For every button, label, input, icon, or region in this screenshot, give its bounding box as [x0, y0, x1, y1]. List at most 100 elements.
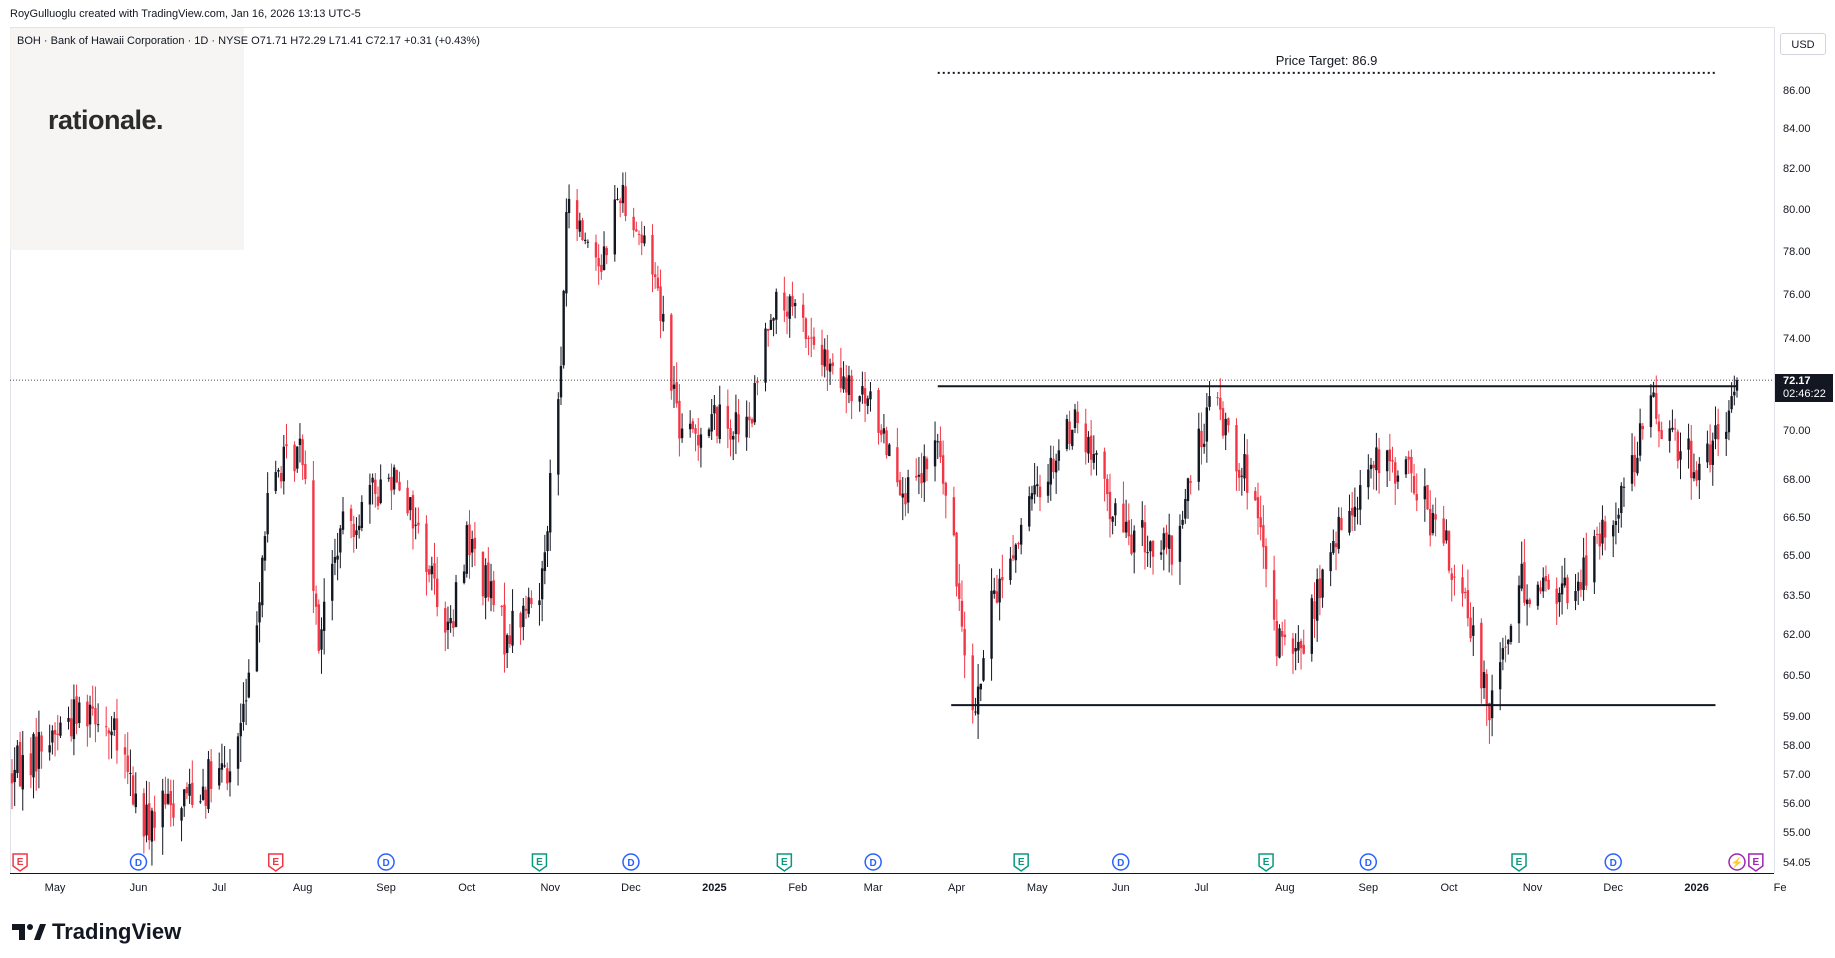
candle-body [732, 435, 735, 440]
candle-body [993, 590, 996, 594]
candle-body [317, 604, 320, 651]
candle-body [1237, 469, 1241, 478]
candle-body [352, 523, 355, 538]
candle-body [1089, 435, 1093, 460]
candle-body [1356, 508, 1359, 510]
candle-body [963, 628, 966, 656]
candle-body [1151, 540, 1155, 557]
candle-body [656, 277, 660, 289]
candle-body [637, 234, 641, 236]
earnings-marker-label: E [1018, 857, 1025, 868]
candle-body [1159, 552, 1163, 555]
candle-body [904, 493, 907, 505]
candle-body [820, 344, 824, 365]
candle-body [1706, 443, 1709, 463]
candle-body [1095, 453, 1098, 455]
candle-body [944, 482, 948, 496]
candle-body [976, 686, 980, 715]
candle-body [1143, 522, 1147, 553]
candle-body [1630, 455, 1634, 484]
candle-body [199, 801, 202, 803]
candle-body [142, 793, 146, 837]
candle-body [1733, 391, 1736, 396]
tradingview-brand[interactable]: TradingView [12, 919, 181, 945]
candle-body [955, 532, 958, 587]
candle-body [936, 441, 939, 443]
candle-body [675, 382, 678, 404]
candle-body [1528, 599, 1531, 604]
candle-body [1071, 429, 1074, 447]
candle-body [473, 537, 477, 549]
candle-body [1259, 517, 1262, 528]
candle-body [1205, 407, 1209, 442]
candle-body [745, 416, 748, 438]
candle-body [1585, 555, 1588, 586]
candle-body [1272, 570, 1276, 620]
candle-body [468, 524, 471, 556]
candle-body [29, 753, 33, 776]
candle-body [519, 613, 522, 628]
candle-body [301, 439, 304, 466]
candle-body [427, 569, 431, 575]
candle-body [549, 473, 552, 533]
candle-body [1087, 436, 1090, 454]
price-tick-label: 74.00 [1783, 333, 1811, 345]
candle-body [379, 479, 382, 503]
candle-body [995, 591, 999, 603]
candle-body [710, 414, 713, 432]
price-target-label: Price Target: 86.9 [1276, 53, 1378, 68]
tradingview-wordmark: TradingView [52, 919, 182, 944]
candle-body [1633, 454, 1636, 473]
time-tick-label: May [45, 882, 66, 894]
candle-body [621, 184, 625, 204]
candle-body [145, 804, 148, 836]
last-price-label: 72.17 02:46:22 [1775, 374, 1833, 402]
candle-body [567, 198, 571, 214]
time-tick-label: Jun [130, 882, 148, 894]
price-tick-label: 56.00 [1783, 798, 1811, 810]
price-tick-label: 63.50 [1783, 590, 1811, 602]
candle-body [1036, 484, 1039, 487]
candle-body [958, 583, 961, 600]
candle-body [575, 200, 579, 230]
candle-body [1208, 396, 1211, 407]
candle-body [699, 434, 703, 448]
price-tick-label: 55.00 [1783, 827, 1811, 839]
price-tick-label: 65.00 [1783, 550, 1811, 562]
candle-body [96, 724, 100, 726]
candle-body [540, 568, 544, 600]
candle-body [1321, 569, 1324, 598]
candle-body [594, 242, 598, 258]
candle-body [715, 407, 719, 437]
last-price-value: 72.17 [1783, 375, 1811, 387]
candle-body [691, 421, 695, 430]
candle-body [726, 405, 730, 429]
candle-body [750, 419, 754, 424]
time-tick-label: 2025 [702, 882, 726, 894]
candle-body [1396, 475, 1400, 482]
candle-body [584, 239, 587, 241]
candle-body [341, 511, 345, 530]
dividend-marker-label: D [1610, 858, 1617, 869]
candle-body [858, 396, 861, 402]
candle-body [1092, 454, 1096, 463]
candle-body [1453, 576, 1456, 578]
candle-body [1410, 456, 1413, 474]
candle-body [201, 786, 205, 800]
candle-body [1671, 427, 1674, 430]
candle-body [839, 367, 843, 388]
candle-body [898, 479, 902, 496]
candle-body [1377, 449, 1381, 474]
time-tick-label: Jul [1194, 882, 1208, 894]
candle-body [1695, 470, 1698, 481]
candle-body [470, 539, 474, 553]
candle-body [185, 787, 189, 794]
candle-body [764, 328, 767, 383]
earnings-marker-label: E [1753, 857, 1760, 868]
candle-body [107, 730, 111, 734]
candle-body [672, 384, 676, 389]
time-tick-label: Dec [1603, 882, 1623, 894]
candle-body [1297, 641, 1300, 651]
candle-body [126, 755, 129, 773]
candle-body [333, 556, 337, 563]
